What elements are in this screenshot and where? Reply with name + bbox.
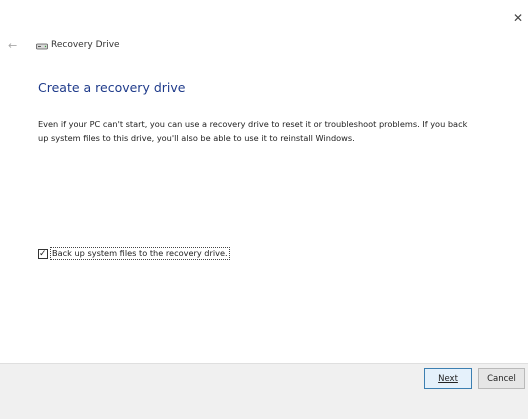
backup-system-files-checkbox[interactable]: ✓ xyxy=(38,248,48,259)
title-bar: Recovery Drive xyxy=(36,40,120,51)
close-icon[interactable]: ✕ xyxy=(512,12,524,24)
cancel-button[interactable]: Cancel xyxy=(478,368,525,389)
backup-system-files-label[interactable]: Back up system files to the recovery dri… xyxy=(50,247,230,260)
backup-system-files-option[interactable]: ✓ Back up system files to the recovery d… xyxy=(38,247,230,260)
window-title: Recovery Drive xyxy=(51,40,120,50)
back-arrow-icon[interactable]: ← xyxy=(8,40,17,51)
page-title: Create a recovery drive xyxy=(38,80,186,95)
next-button[interactable]: Next xyxy=(424,368,472,389)
checkmark-icon: ✓ xyxy=(39,248,47,259)
description-text: Even if your PC can't start, you can use… xyxy=(38,119,468,143)
drive-icon xyxy=(36,42,48,50)
recovery-drive-window: ✕ ← Recovery Drive Create a recovery dri… xyxy=(0,0,528,419)
